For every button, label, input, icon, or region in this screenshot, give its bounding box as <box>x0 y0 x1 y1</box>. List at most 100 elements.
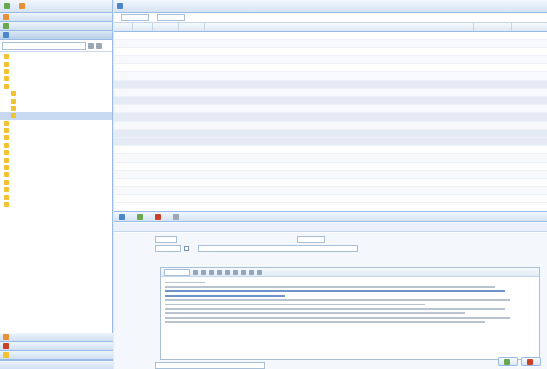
table-row[interactable] <box>114 39 547 48</box>
folder-search <box>0 40 112 52</box>
tree-node[interactable] <box>0 186 112 193</box>
table-cell <box>178 88 204 98</box>
refresh-icon[interactable] <box>96 42 102 49</box>
tree-node[interactable] <box>0 97 112 104</box>
tree-node[interactable] <box>0 142 112 149</box>
tree-node[interactable] <box>0 75 112 82</box>
table-cell <box>204 39 473 48</box>
subject-field[interactable] <box>198 244 358 252</box>
bold-icon[interactable] <box>193 269 198 275</box>
tree-node[interactable] <box>0 60 112 67</box>
tree-node[interactable] <box>0 105 112 112</box>
cc-checkbox[interactable] <box>184 245 189 251</box>
column-header[interactable] <box>511 23 547 32</box>
accordion-item-3[interactable] <box>0 31 112 40</box>
table-row[interactable] <box>114 178 547 188</box>
forward-button[interactable] <box>135 212 147 222</box>
table-row[interactable] <box>114 153 547 163</box>
font-select[interactable] <box>164 268 190 276</box>
column-header[interactable] <box>473 23 512 32</box>
column-header[interactable] <box>132 23 153 32</box>
left-toolbar-button-1[interactable] <box>2 1 14 11</box>
tree-node[interactable] <box>0 164 112 171</box>
accordion-item-2[interactable] <box>0 22 112 31</box>
tree-node[interactable] <box>0 149 112 156</box>
table-row[interactable] <box>114 170 547 179</box>
accordion-bottom-1[interactable] <box>0 333 113 342</box>
accordion-bottom-2[interactable] <box>0 342 113 351</box>
from-field[interactable] <box>155 235 177 243</box>
table-cell <box>178 96 204 106</box>
align-left-icon[interactable] <box>225 269 230 275</box>
table-cell <box>132 186 152 196</box>
column-header[interactable] <box>204 23 474 32</box>
image-icon[interactable] <box>257 269 262 275</box>
reply-icon <box>119 213 125 220</box>
table-header-row <box>114 23 547 32</box>
table-cell <box>511 194 547 204</box>
column-header[interactable] <box>178 23 205 32</box>
table-row[interactable] <box>114 145 547 155</box>
italic-icon[interactable] <box>201 269 206 275</box>
table-row[interactable] <box>114 71 547 81</box>
text-color-icon[interactable] <box>217 269 222 275</box>
table-row[interactable] <box>114 63 547 73</box>
date-field[interactable] <box>155 244 181 252</box>
detail-tab[interactable] <box>114 223 547 232</box>
table-row[interactable] <box>114 137 547 147</box>
tree-node[interactable] <box>0 156 112 163</box>
underline-icon[interactable] <box>209 269 214 275</box>
tree-node[interactable] <box>0 201 112 208</box>
tree-node[interactable] <box>0 53 112 60</box>
table-row[interactable] <box>114 47 547 57</box>
editor-body[interactable] <box>161 277 539 328</box>
tree-node[interactable] <box>0 134 112 141</box>
table-row[interactable] <box>114 186 547 196</box>
search-icon[interactable] <box>88 42 94 49</box>
column-header[interactable] <box>152 23 179 32</box>
close-button[interactable] <box>521 357 541 366</box>
delete-button[interactable] <box>153 212 165 222</box>
tree-node[interactable] <box>0 179 112 186</box>
tree-node[interactable] <box>0 193 112 200</box>
table-row[interactable] <box>114 31 547 40</box>
left-toolbar-button-2[interactable] <box>17 1 29 11</box>
table-row[interactable] <box>114 96 547 106</box>
link-icon[interactable] <box>241 269 246 275</box>
filter-field-1[interactable] <box>121 14 149 21</box>
column-header[interactable] <box>114 23 133 32</box>
attachment-field[interactable] <box>155 361 265 369</box>
tree-node[interactable] <box>0 120 112 127</box>
table-row[interactable] <box>114 121 547 130</box>
tree-node[interactable] <box>0 112 112 120</box>
accordion-bottom-3[interactable] <box>0 351 113 360</box>
table-row[interactable] <box>114 80 547 89</box>
tree-node[interactable] <box>0 90 112 97</box>
accordion-item-1[interactable] <box>0 13 112 22</box>
list-icon[interactable] <box>249 269 254 275</box>
filter-field-2[interactable] <box>157 14 185 21</box>
tree-node[interactable] <box>0 68 112 75</box>
folder-search-input[interactable] <box>2 41 86 50</box>
from-row <box>120 235 177 243</box>
table-row[interactable] <box>114 112 547 122</box>
table-row[interactable] <box>114 194 547 204</box>
table-cell <box>204 170 473 179</box>
tree-node[interactable] <box>0 83 112 90</box>
to-field[interactable] <box>297 235 325 243</box>
table-row[interactable] <box>114 162 547 171</box>
reply-button[interactable] <box>117 212 129 222</box>
print-button[interactable] <box>171 212 183 222</box>
folder-icon <box>4 165 9 171</box>
align-center-icon[interactable] <box>233 269 238 275</box>
save-button[interactable] <box>498 357 518 366</box>
tree-node[interactable] <box>0 171 112 178</box>
tree-node[interactable] <box>0 127 112 134</box>
table-row[interactable] <box>114 129 547 138</box>
folder-icon <box>11 105 16 111</box>
rich-text-editor[interactable] <box>160 267 540 360</box>
table-cell <box>152 80 178 89</box>
table-row[interactable] <box>114 88 547 98</box>
table-row[interactable] <box>114 55 547 65</box>
table-row[interactable] <box>114 104 547 114</box>
